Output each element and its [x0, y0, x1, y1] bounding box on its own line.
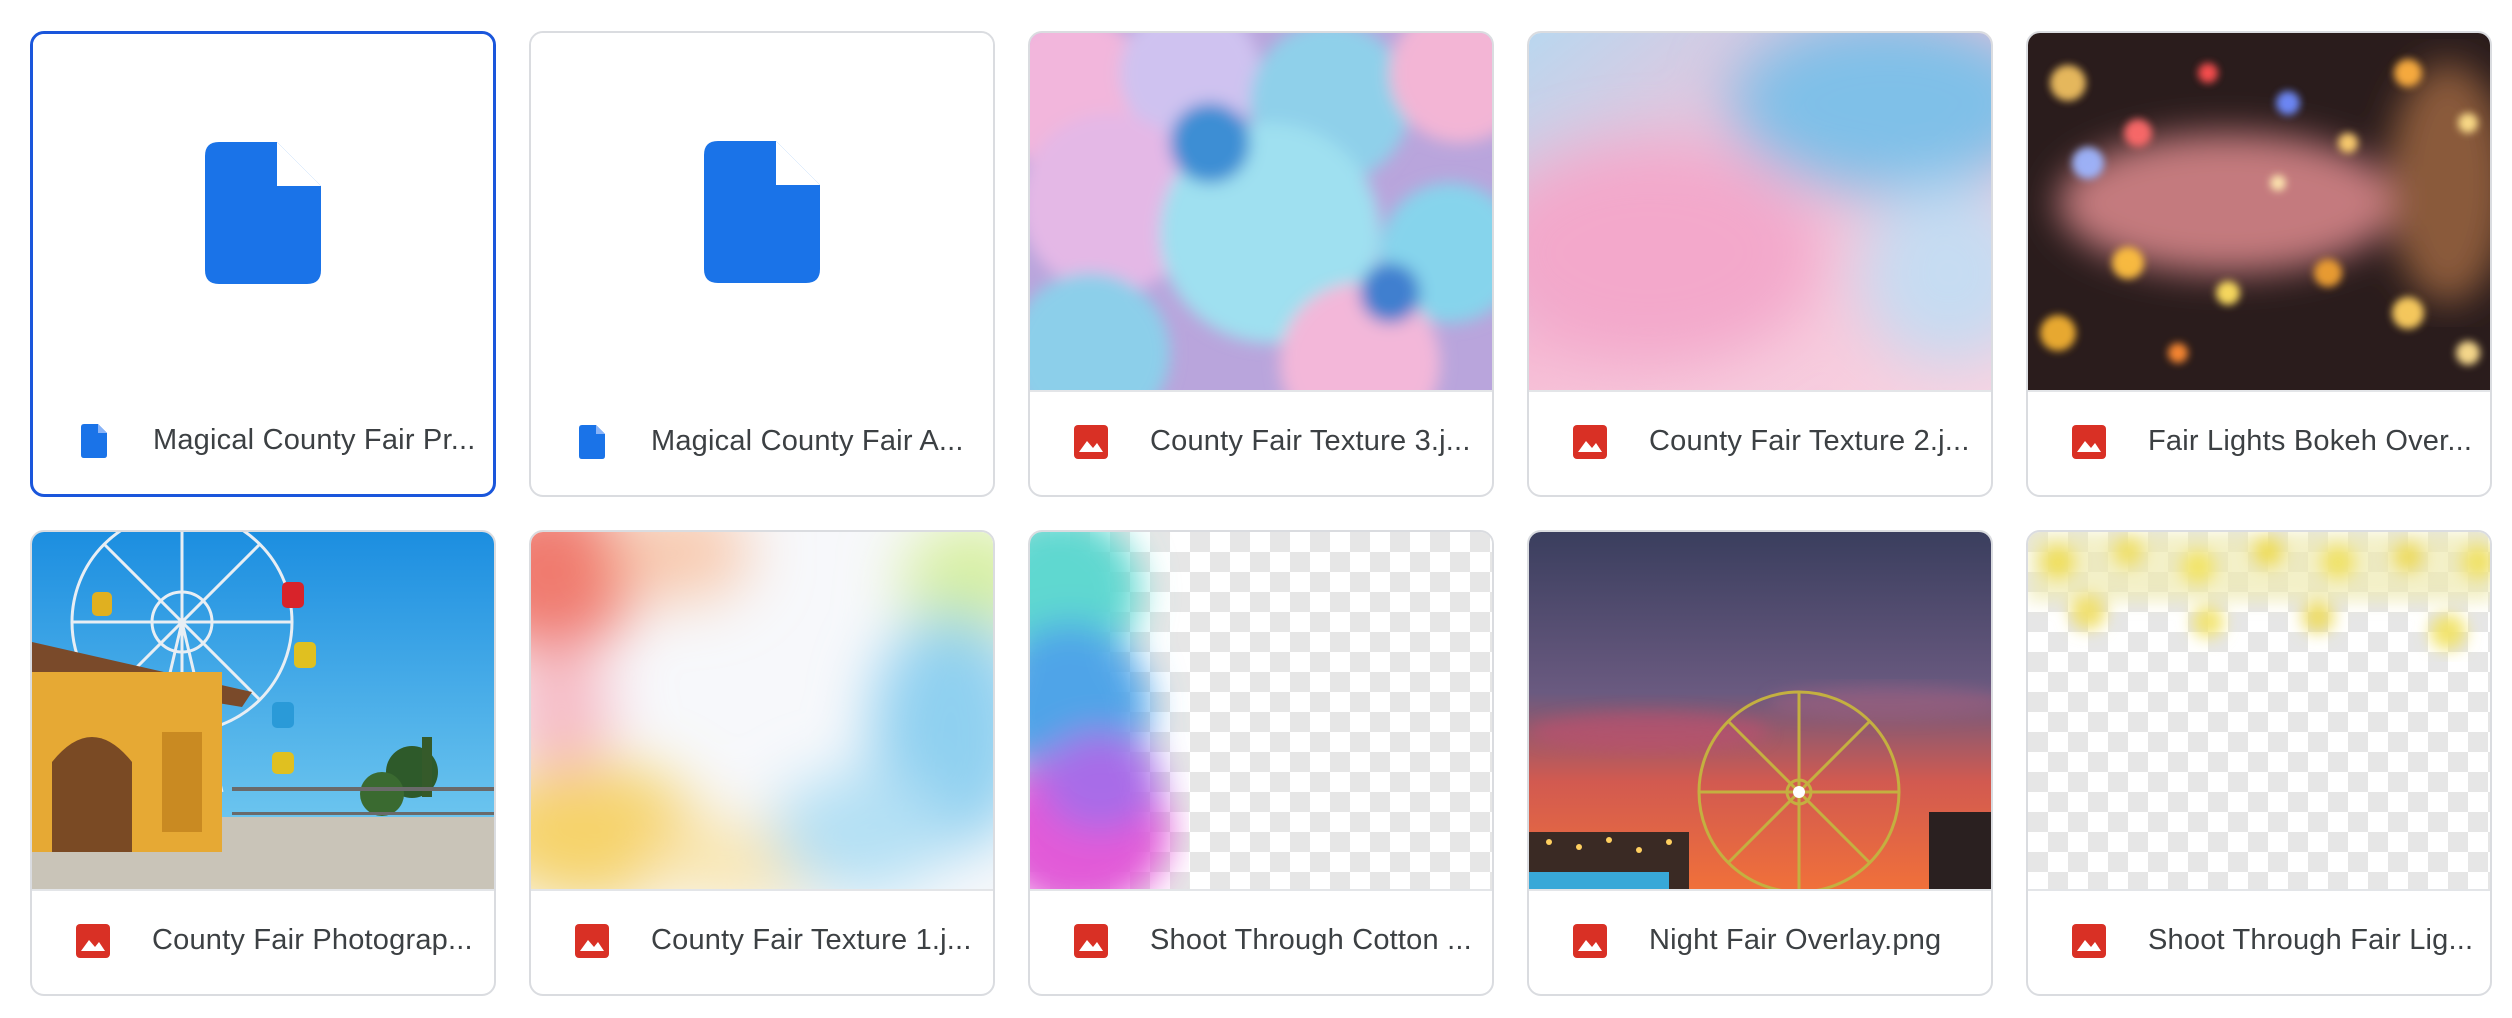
file-card-footer: Magical County Fair Pr...: [33, 387, 493, 494]
file-name: Magical County Fair A...: [651, 425, 964, 457]
image-icon: [1571, 922, 1609, 960]
image-icon: [2070, 922, 2108, 960]
file-card-shoot-through-cotton[interactable]: Shoot Through Cotton ...: [1028, 530, 1494, 996]
file-card-magical-county-fair-pr[interactable]: Magical County Fair Pr...: [30, 31, 496, 497]
file-card-county-fair-texture-3[interactable]: County Fair Texture 3.j...: [1028, 31, 1494, 497]
document-icon: [205, 141, 321, 284]
file-name: Shoot Through Fair Lig...: [2148, 924, 2474, 956]
image-thumbnail: [531, 532, 993, 891]
image-icon: [1072, 423, 1110, 461]
file-card-footer: County Fair Texture 2.j...: [1529, 388, 1991, 495]
file-card-county-fair-texture-2[interactable]: County Fair Texture 2.j...: [1527, 31, 1993, 497]
file-card-magical-county-fair-a[interactable]: Magical County Fair A...: [529, 31, 995, 497]
file-card-shoot-through-fair-lights[interactable]: Shoot Through Fair Lig...: [2026, 530, 2492, 996]
file-name: County Fair Texture 1.j...: [651, 924, 972, 956]
file-name: Shoot Through Cotton ...: [1150, 924, 1472, 956]
file-name: Fair Lights Bokeh Over...: [2148, 425, 2473, 457]
image-icon: [2070, 423, 2108, 461]
file-card-county-fair-texture-1[interactable]: County Fair Texture 1.j...: [529, 530, 995, 996]
file-card-footer: Shoot Through Fair Lig...: [2028, 887, 2490, 994]
image-thumbnail: [2028, 532, 2490, 891]
image-icon: [1072, 922, 1110, 960]
image-thumbnail: [1529, 532, 1991, 891]
file-card-fair-lights-bokeh[interactable]: Fair Lights Bokeh Over...: [2026, 31, 2492, 497]
image-icon: [1571, 423, 1609, 461]
document-icon: [573, 423, 611, 461]
image-thumbnail: [1529, 33, 1991, 392]
file-card-footer: Magical County Fair A...: [531, 388, 993, 495]
file-name: County Fair Texture 2.j...: [1649, 425, 1970, 457]
file-card-footer: Night Fair Overlay.png: [1529, 887, 1991, 994]
file-card-footer: County Fair Photograp...: [32, 887, 494, 994]
document-icon: [75, 422, 113, 460]
file-card-footer: County Fair Texture 1.j...: [531, 887, 993, 994]
file-name: County Fair Photograp...: [152, 924, 473, 956]
image-thumbnail: [2028, 33, 2490, 392]
file-card-footer: Fair Lights Bokeh Over...: [2028, 388, 2490, 495]
file-name: County Fair Texture 3.j...: [1150, 425, 1471, 457]
file-grid: Magical County Fair Pr... Magical County…: [30, 31, 2500, 996]
image-icon: [74, 922, 112, 960]
file-thumbnail: [531, 33, 993, 390]
file-card-night-fair-overlay[interactable]: Night Fair Overlay.png: [1527, 530, 1993, 996]
file-card-county-fair-photograph[interactable]: County Fair Photograp...: [30, 530, 496, 996]
file-thumbnail: [33, 34, 493, 391]
file-name: Magical County Fair Pr...: [153, 424, 476, 456]
file-name: Night Fair Overlay.png: [1649, 924, 1942, 956]
document-icon: [704, 140, 820, 283]
image-thumbnail: [32, 532, 494, 891]
file-card-footer: County Fair Texture 3.j...: [1030, 388, 1492, 495]
image-thumbnail: [1030, 532, 1492, 891]
file-card-footer: Shoot Through Cotton ...: [1030, 887, 1492, 994]
image-thumbnail: [1030, 33, 1492, 392]
image-icon: [573, 922, 611, 960]
